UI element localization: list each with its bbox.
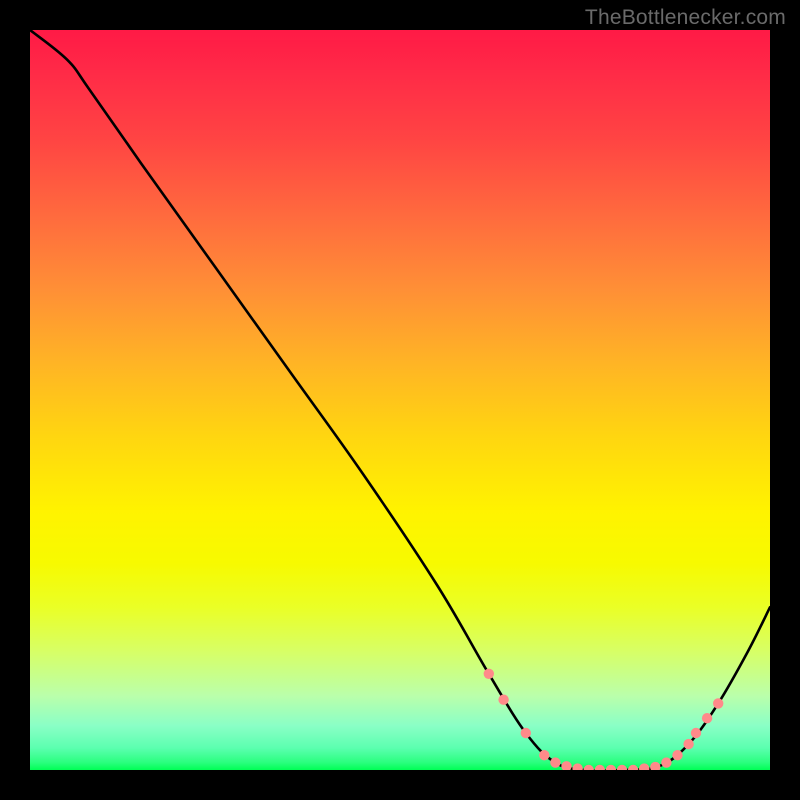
- curve-dot: [561, 761, 571, 770]
- curve-dot: [650, 762, 660, 770]
- curve-dot: [617, 765, 627, 770]
- curve-dot: [683, 739, 693, 749]
- curve-dot: [595, 765, 605, 770]
- curve-dot: [639, 763, 649, 770]
- curve-dot: [521, 728, 531, 738]
- curve-dot: [702, 713, 712, 723]
- curve-dot: [661, 757, 671, 767]
- curve-dot: [550, 757, 560, 767]
- curve-dot: [672, 750, 682, 760]
- curve-dot: [584, 765, 594, 770]
- attribution-text: TheBottlenecker.com: [585, 6, 786, 30]
- curve-dot: [484, 669, 494, 679]
- chart-plot-area: [30, 30, 770, 770]
- curve-dot: [572, 763, 582, 770]
- curve-dot: [606, 765, 616, 770]
- curve-dot: [539, 750, 549, 760]
- chart-points-layer: [30, 30, 770, 770]
- curve-dot: [498, 695, 508, 705]
- curve-dot: [713, 698, 723, 708]
- curve-dot: [691, 728, 701, 738]
- curve-dots: [484, 669, 724, 770]
- curve-dot: [628, 765, 638, 770]
